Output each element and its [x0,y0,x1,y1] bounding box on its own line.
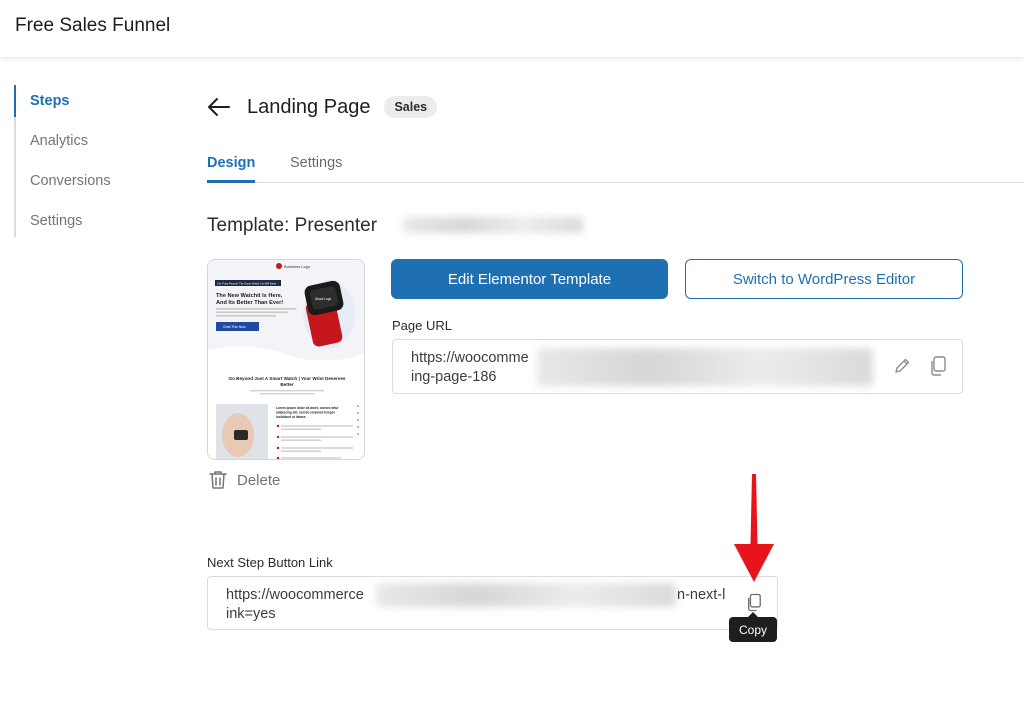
back-button[interactable] [207,94,233,120]
trash-icon [209,471,227,489]
next-step-link-line-1-start: https://woocommerce [226,587,364,603]
sidebar-item-steps[interactable]: Steps [30,93,70,109]
copy-icon [748,593,761,611]
red-arrow-annotation [734,474,774,582]
next-step-link-line-1-end: n-next-l [677,587,726,603]
page-header: Landing Page Sales [207,92,438,122]
tab-settings[interactable]: Settings [290,155,342,171]
pencil-icon [895,358,910,373]
preview-cta: Grab This Now [223,325,246,329]
copy-page-url-button[interactable] [927,355,949,377]
page-url-line-1: https://woocomme [411,350,529,366]
preview-promo-banner: Get 'Forty Percent' The Smart Watch You … [217,282,277,286]
edit-url-button[interactable] [891,355,913,377]
copy-tooltip: Copy [729,612,777,642]
delete-label: Delete [237,471,281,489]
page-title: Landing Page [247,95,371,118]
preview-body-2: adipiscing elit, sed do eiusmod tempor [276,411,336,415]
sidebar-item-settings[interactable]: Settings [30,213,82,229]
delete-template-button[interactable]: Delete [209,470,280,490]
funnel-type-badge: Sales [384,96,438,118]
top-bar: Free Sales Funnel [0,0,1024,58]
next-step-link-line-2: ink=yes [226,606,276,622]
page-url-label: Page URL [392,318,452,333]
preview-section-title-2: Better [280,382,293,387]
preview-section-title-1: Go Beyond Just A Smart Watch | Your Wris… [229,376,346,381]
sidebar-active-indicator [14,85,16,117]
page-url-line-2: ing-page-186 [411,369,497,385]
arrow-left-icon [208,98,230,116]
redacted-next-step-url [376,583,676,607]
template-title: Template: Presenter [207,215,378,236]
sidebar-nav: Steps Analytics Conversions Settings [14,85,164,237]
tab-design[interactable]: Design [207,155,255,171]
template-preview-image: Business Logo Get 'Forty Percent' The Sm… [208,260,364,459]
copy-icon [931,356,946,376]
preview-logo: Business Logo [284,264,311,269]
preview-body-1: Lorem ipsum dolor sit amet, consec tetur [276,406,339,410]
preview-headline-1: The New Watchit Is Here, [216,293,283,299]
tab-bar: Design Settings [207,150,1024,183]
page-url-field[interactable]: https://woocomme ing-page-186 [392,339,963,394]
switch-to-wordpress-editor-button[interactable]: Switch to WordPress Editor [685,259,963,299]
next-step-link-label: Next Step Button Link [207,555,333,570]
preview-body-3: incididunt ut labore. [276,415,307,419]
template-preview[interactable]: Business Logo Get 'Forty Percent' The Sm… [207,259,365,460]
tab-active-underline [207,180,255,183]
copy-next-step-link-button[interactable] [743,591,765,613]
next-step-link-field[interactable]: https://woocommerce n-next-l ink=yes [207,576,778,630]
redacted-page-url [537,348,873,386]
edit-elementor-template-button[interactable]: Edit Elementor Template [391,259,668,299]
redacted-template-info [403,217,583,233]
preview-watch-label: About Logo [315,297,332,301]
sidebar-item-analytics[interactable]: Analytics [30,133,88,149]
app-title: Free Sales Funnel [15,15,171,36]
preview-headline-2: And Its Better Than Ever! [216,300,283,306]
sidebar-item-conversions[interactable]: Conversions [30,173,111,189]
